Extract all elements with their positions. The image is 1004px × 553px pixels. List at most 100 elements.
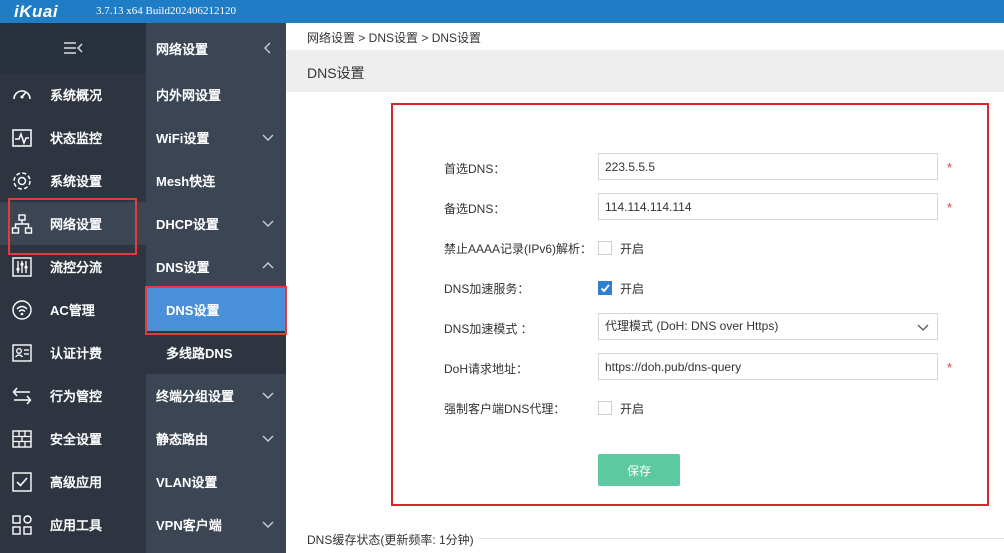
chevron-left-icon <box>264 42 271 54</box>
required-mark: * <box>947 160 953 175</box>
block-aaaa-checkbox[interactable] <box>598 241 612 255</box>
submenu-item-label: 静态路由 <box>156 432 209 447</box>
submenu-child-label: 多线路DNS <box>166 346 233 361</box>
sidebar-item-label: 行为管控 <box>50 389 103 404</box>
chevron-down-icon <box>262 220 274 227</box>
gear-icon <box>10 169 34 193</box>
chevron-down-icon <box>262 392 274 399</box>
dns-cache-status-title: DNS缓存状态(更新频率: 1分钟) <box>307 533 474 547</box>
sidebar-item-label: AC管理 <box>50 303 95 318</box>
dns-accel-label: DNS加速服务： <box>444 282 530 296</box>
sidebar-item-label: 网络设置 <box>50 217 103 232</box>
submenu-item-static-route[interactable]: 静态路由 <box>146 417 286 460</box>
ikuai-logo: iKuai <box>14 2 59 21</box>
apps-grid-icon <box>10 513 34 537</box>
firewall-icon <box>10 427 34 451</box>
submenu-header[interactable]: 网络设置 <box>146 27 286 70</box>
collapse-menu-icon <box>64 42 83 54</box>
network-tree-icon <box>10 212 34 236</box>
accel-mode-label: DNS加速模式 ： <box>444 322 533 336</box>
sidebar-item-label: 认证计费 <box>50 346 103 361</box>
sidebar-item-label: 系统概况 <box>50 88 103 103</box>
sub-sidebar: 网络设置 内外网设置 WiFi设置 Mesh快连 DHCP设置 DNS设置 DN… <box>146 23 286 553</box>
submenu-child-dns-settings[interactable]: DNS设置 <box>146 288 286 331</box>
dns-accel-enable-text: 开启 <box>620 282 645 296</box>
checklist-icon <box>10 470 34 494</box>
gauge-icon <box>10 83 34 107</box>
submenu-item-label: 终端分组设置 <box>156 389 235 404</box>
submenu-item-label: VPN客户端 <box>156 518 222 533</box>
sidebar-item-flow-control[interactable]: 流控分流 <box>0 245 146 288</box>
submenu-item-label: 内外网设置 <box>156 88 222 103</box>
sidebar-item-label: 应用工具 <box>50 518 103 533</box>
sidebar-item-behavior-control[interactable]: 行为管控 <box>0 374 146 417</box>
primary-dns-input[interactable] <box>598 153 938 180</box>
sidebar-item-network-settings[interactable]: 网络设置 <box>0 202 146 245</box>
sidebar-item-auth-billing[interactable]: 认证计费 <box>0 331 146 374</box>
chevron-down-icon <box>262 134 274 141</box>
secondary-dns-input[interactable] <box>598 193 938 220</box>
required-mark: * <box>947 200 953 215</box>
secondary-dns-label: 备选DNS： <box>444 202 506 216</box>
id-card-icon <box>10 341 34 365</box>
submenu-item-label: DHCP设置 <box>156 217 219 232</box>
wifi-ap-icon <box>10 298 34 322</box>
sidebar-item-monitor[interactable]: 状态监控 <box>0 116 146 159</box>
submenu-item-terminal-groups[interactable]: 终端分组设置 <box>146 374 286 417</box>
submenu-item-mesh[interactable]: Mesh快连 <box>146 159 286 202</box>
submenu-child-multi-line-dns[interactable]: 多线路DNS <box>146 331 286 374</box>
primary-dns-label: 首选DNS： <box>444 162 506 176</box>
version-text: 3.7.13 x64 Build202406212120 <box>96 5 236 17</box>
doh-url-label: DoH请求地址： <box>444 362 529 376</box>
submenu-title: 网络设置 <box>156 42 209 57</box>
force-proxy-checkbox[interactable] <box>598 401 612 415</box>
sidebar-item-advanced[interactable]: 高级应用 <box>0 460 146 503</box>
check-icon <box>600 284 610 293</box>
chevron-down-icon <box>262 435 274 442</box>
top-bar: iKuai 3.7.13 x64 Build202406212120 <box>0 0 1004 23</box>
submenu-item-label: WiFi设置 <box>156 131 210 146</box>
block-aaaa-label: 禁止AAAA记录(IPv6)解析： <box>444 242 593 256</box>
chevron-down-icon <box>262 521 274 528</box>
sidebar-item-label: 安全设置 <box>50 432 103 447</box>
force-proxy-enable-text: 开启 <box>620 402 645 416</box>
submenu-item-dns[interactable]: DNS设置 <box>146 245 286 288</box>
sidebar-item-overview[interactable]: 系统概况 <box>0 73 146 116</box>
pulse-chart-icon <box>10 126 34 150</box>
sidebar-item-label: 高级应用 <box>50 475 103 490</box>
block-aaaa-enable-text: 开启 <box>620 242 645 256</box>
submenu-child-label: DNS设置 <box>166 303 220 318</box>
dns-form-panel: 首选DNS： * 备选DNS： * 禁止AAAA记录(IPv6)解析： 开启 D… <box>391 103 989 506</box>
sidebar-item-system-settings[interactable]: 系统设置 <box>0 159 146 202</box>
accel-mode-value: 代理模式 (DoH: DNS over Https) <box>605 319 779 333</box>
submenu-item-wifi[interactable]: WiFi设置 <box>146 116 286 159</box>
section-divider <box>478 538 1004 539</box>
swap-arrows-icon <box>10 384 34 408</box>
accel-mode-select[interactable]: 代理模式 (DoH: DNS over Https) <box>598 313 938 340</box>
sidebar-item-security[interactable]: 安全设置 <box>0 417 146 460</box>
sidebar-item-label: 状态监控 <box>50 131 103 146</box>
main-sidebar: 系统概况 状态监控 系统设置 网络设置 流控分流 AC管理 认证计费 行为管控 … <box>0 23 146 553</box>
sidebar-item-label: 系统设置 <box>50 174 103 189</box>
sidebar-item-app-tools[interactable]: 应用工具 <box>0 503 146 546</box>
page-header: DNS设置 <box>286 50 1004 92</box>
breadcrumb: 网络设置 > DNS设置 > DNS设置 <box>307 31 482 45</box>
required-mark: * <box>947 360 953 375</box>
menu-collapse-button[interactable] <box>0 23 146 73</box>
submenu-item-lan-wan[interactable]: 内外网设置 <box>146 73 286 116</box>
sliders-icon <box>10 255 34 279</box>
sidebar-item-label: 流控分流 <box>50 260 103 275</box>
submenu-item-label: VLAN设置 <box>156 475 218 490</box>
submenu-item-vlan[interactable]: VLAN设置 <box>146 460 286 503</box>
submenu-item-vpn-client[interactable]: VPN客户端 <box>146 503 286 546</box>
save-button[interactable]: 保存 <box>598 454 680 486</box>
doh-url-input[interactable] <box>598 353 938 380</box>
chevron-down-icon <box>917 324 929 331</box>
chevron-up-icon <box>262 262 274 269</box>
dns-accel-checkbox[interactable] <box>598 281 612 295</box>
sidebar-item-ac-management[interactable]: AC管理 <box>0 288 146 331</box>
submenu-item-label: DNS设置 <box>156 260 210 275</box>
submenu-item-label: Mesh快连 <box>156 174 216 189</box>
submenu-item-dhcp[interactable]: DHCP设置 <box>146 202 286 245</box>
page-title: DNS设置 <box>307 65 365 81</box>
